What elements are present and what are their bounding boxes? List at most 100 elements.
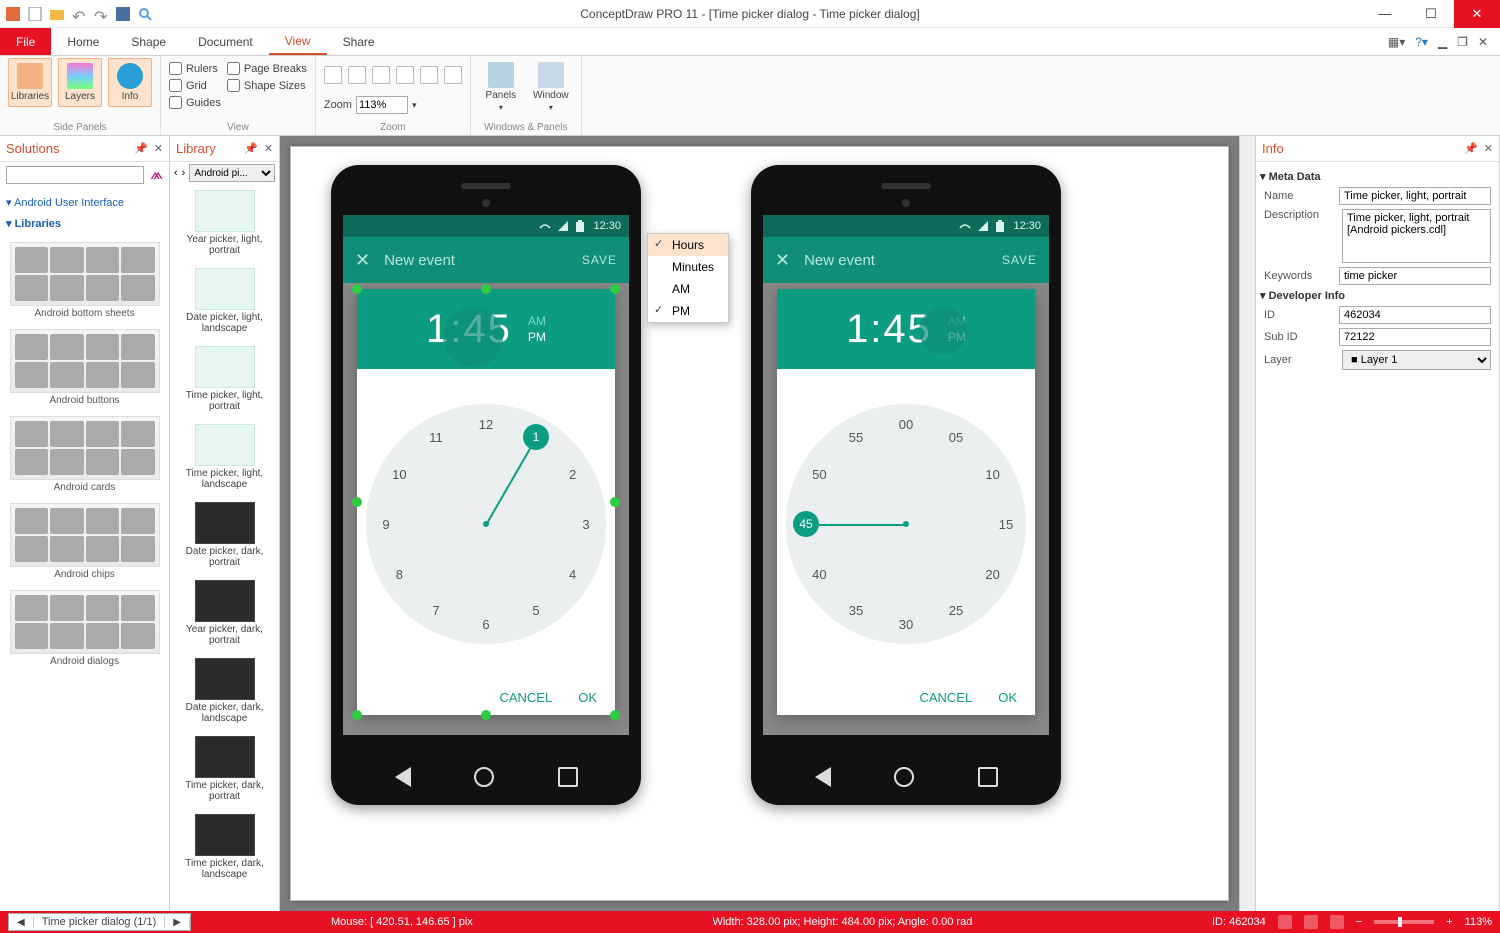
new-icon[interactable] bbox=[28, 7, 42, 21]
page-breaks-checkbox[interactable]: Page Breaks bbox=[227, 62, 307, 75]
library-item[interactable]: Time picker, light, portrait bbox=[170, 340, 279, 418]
clock-number[interactable]: 10 bbox=[979, 460, 1007, 488]
clock-number[interactable]: 4 bbox=[559, 560, 587, 588]
page-tab[interactable]: ◀Time picker dialog (1/1)▶ bbox=[8, 913, 191, 931]
selection-handle[interactable] bbox=[610, 284, 620, 294]
page-nav-icon[interactable]: ▦▾ bbox=[1388, 35, 1405, 49]
library-item[interactable]: Date picker, light, landscape bbox=[170, 262, 279, 340]
clock-number[interactable]: 05 bbox=[942, 423, 970, 451]
clock-number[interactable]: 11 bbox=[422, 423, 450, 451]
keywords-field[interactable] bbox=[1339, 267, 1491, 285]
snap-icon[interactable] bbox=[1304, 915, 1318, 929]
clock-number[interactable]: 2 bbox=[559, 460, 587, 488]
context-menu-item[interactable]: ✓PM bbox=[648, 300, 728, 322]
layer-select[interactable]: ■ Layer 1 bbox=[1342, 350, 1491, 370]
description-field[interactable] bbox=[1342, 209, 1491, 263]
rulers-checkbox[interactable]: Rulers bbox=[169, 62, 221, 75]
subid-field[interactable] bbox=[1339, 328, 1491, 346]
selection-handle[interactable] bbox=[481, 284, 491, 294]
window-button[interactable]: Window▾ bbox=[529, 58, 573, 116]
cancel-button[interactable]: CANCEL bbox=[919, 690, 972, 705]
help-icon[interactable]: ?▾ bbox=[1415, 35, 1428, 49]
tab-shape[interactable]: Shape bbox=[115, 28, 182, 55]
minimize-button[interactable]: — bbox=[1362, 0, 1408, 28]
window-collapse-icon[interactable]: ▁ bbox=[1438, 35, 1447, 49]
zoom-fit-icon[interactable] bbox=[372, 66, 390, 84]
selection-handle[interactable] bbox=[610, 497, 620, 507]
clock-number[interactable]: 15 bbox=[992, 510, 1020, 538]
solution-item[interactable]: Android cards bbox=[4, 412, 165, 497]
zoom-minus-icon[interactable]: − bbox=[1356, 916, 1362, 928]
libraries-button[interactable]: Libraries bbox=[8, 58, 52, 107]
solution-item[interactable]: Android dialogs bbox=[4, 586, 165, 671]
undo-icon[interactable]: ↶ bbox=[72, 7, 86, 21]
open-icon[interactable] bbox=[50, 7, 64, 21]
tree-libraries[interactable]: ▾ Libraries bbox=[6, 213, 163, 234]
pin-icon[interactable]: 📌 bbox=[1464, 142, 1478, 155]
tab-document[interactable]: Document bbox=[182, 28, 269, 55]
clock-number[interactable]: 30 bbox=[892, 610, 920, 638]
clock-number[interactable]: 8 bbox=[385, 560, 413, 588]
library-item[interactable]: Time picker, dark, portrait bbox=[170, 730, 279, 808]
zoom-region-icon[interactable] bbox=[420, 66, 438, 84]
selection-handle[interactable] bbox=[610, 710, 620, 720]
name-field[interactable] bbox=[1339, 187, 1491, 205]
clock-selected[interactable]: 1 bbox=[523, 424, 549, 450]
close-button[interactable]: ✕ bbox=[1454, 0, 1500, 28]
recents-icon[interactable] bbox=[558, 767, 578, 787]
tab-home[interactable]: Home bbox=[51, 28, 115, 55]
clock-number[interactable]: 55 bbox=[842, 423, 870, 451]
cancel-button[interactable]: CANCEL bbox=[499, 690, 552, 705]
save-button[interactable]: SAVE bbox=[1002, 253, 1037, 267]
info-button[interactable]: Info bbox=[108, 58, 152, 107]
clock-number[interactable]: 12 bbox=[472, 410, 500, 438]
library-item[interactable]: Year picker, dark, portrait bbox=[170, 574, 279, 652]
library-item[interactable]: Date picker, dark, portrait bbox=[170, 496, 279, 574]
pin-icon[interactable]: 📌 bbox=[244, 142, 258, 155]
pm-label[interactable]: PM bbox=[528, 330, 546, 344]
shape-sizes-checkbox[interactable]: Shape Sizes bbox=[227, 79, 307, 92]
recents-icon[interactable] bbox=[978, 767, 998, 787]
layers-button[interactable]: Layers bbox=[58, 58, 102, 107]
clock-number[interactable]: 6 bbox=[472, 610, 500, 638]
close-icon[interactable]: ✕ bbox=[264, 142, 273, 155]
search-expand-icon[interactable]: ⩕ bbox=[150, 162, 169, 188]
context-menu-item[interactable]: Minutes bbox=[648, 256, 728, 278]
lib-prev-icon[interactable]: ‹ bbox=[174, 167, 178, 179]
save-button[interactable]: SAVE bbox=[582, 253, 617, 267]
home-icon[interactable] bbox=[474, 767, 494, 787]
ok-button[interactable]: OK bbox=[998, 690, 1017, 705]
vertical-scrollbar[interactable] bbox=[1239, 136, 1255, 911]
preview-icon[interactable] bbox=[138, 7, 152, 21]
id-field[interactable] bbox=[1339, 306, 1491, 324]
pan-icon[interactable] bbox=[444, 66, 462, 84]
library-item[interactable]: Year picker, light, portrait bbox=[170, 184, 279, 262]
zoom-plus-icon[interactable]: + bbox=[1446, 916, 1452, 928]
selection-handle[interactable] bbox=[352, 497, 362, 507]
tab-file[interactable]: File bbox=[0, 28, 51, 55]
clock-number[interactable]: 00 bbox=[892, 410, 920, 438]
close-icon[interactable]: ✕ bbox=[154, 142, 163, 155]
panels-button[interactable]: Panels▾ bbox=[479, 58, 523, 116]
library-item[interactable]: Time picker, light, landscape bbox=[170, 418, 279, 496]
clock-number[interactable]: 25 bbox=[942, 597, 970, 625]
clock-number[interactable]: 20 bbox=[979, 560, 1007, 588]
close-icon[interactable]: ✕ bbox=[1484, 142, 1493, 155]
clock-number[interactable]: 50 bbox=[805, 460, 833, 488]
hand-icon[interactable] bbox=[1278, 915, 1292, 929]
clock-number[interactable]: 35 bbox=[842, 597, 870, 625]
clock-number[interactable]: 40 bbox=[805, 560, 833, 588]
save-icon[interactable] bbox=[116, 7, 130, 21]
tab-share[interactable]: Share bbox=[327, 28, 391, 55]
close-icon[interactable]: ✕ bbox=[775, 250, 790, 271]
clock-number[interactable]: 9 bbox=[372, 510, 400, 538]
context-menu-item[interactable]: ✓Hours bbox=[648, 234, 728, 256]
grid-icon[interactable] bbox=[1330, 915, 1344, 929]
lib-next-icon[interactable]: › bbox=[182, 167, 186, 179]
clock-number[interactable]: 3 bbox=[572, 510, 600, 538]
solution-item[interactable]: Android chips bbox=[4, 499, 165, 584]
window-close-small-icon[interactable]: ✕ bbox=[1478, 35, 1488, 49]
zoom-input[interactable] bbox=[356, 96, 408, 114]
home-icon[interactable] bbox=[894, 767, 914, 787]
window-restore-icon[interactable]: ❐ bbox=[1457, 35, 1468, 49]
